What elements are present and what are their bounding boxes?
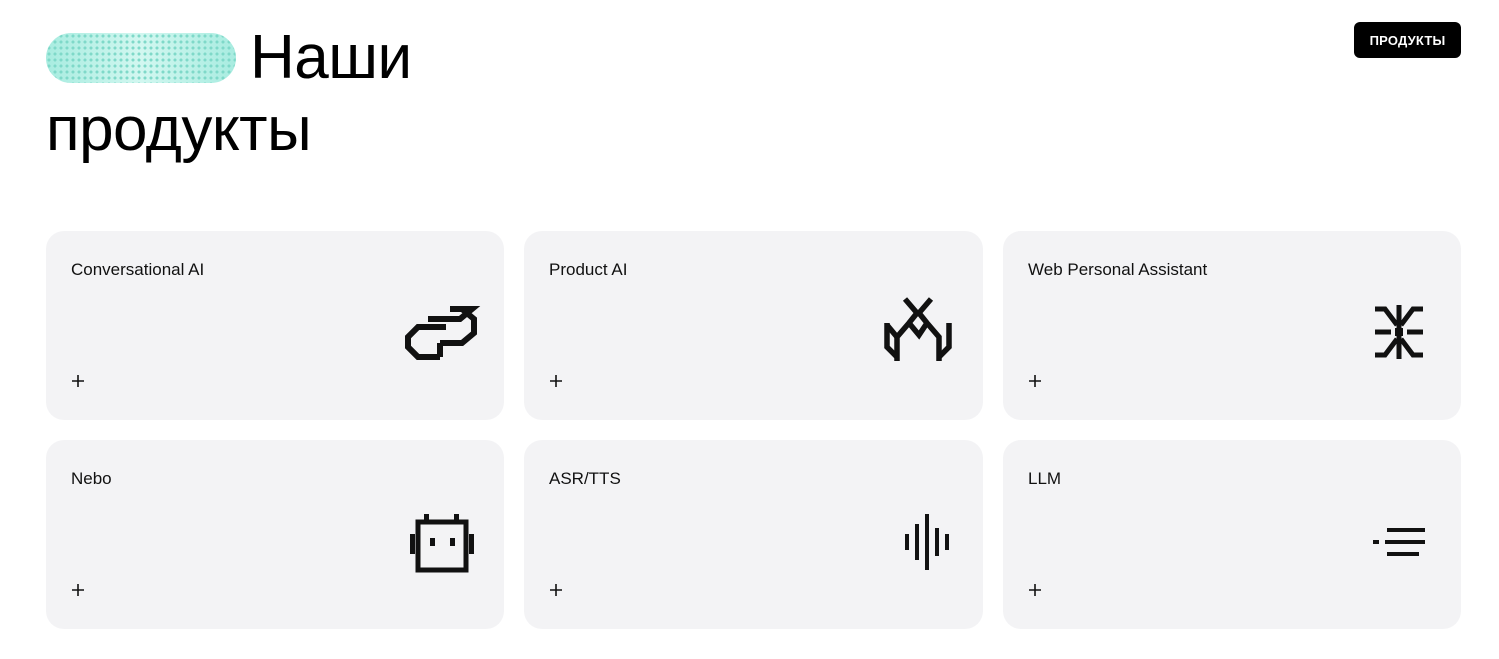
- product-card-web-personal-assistant[interactable]: Web Personal Assistant: [1003, 231, 1461, 420]
- expand-plus-icon[interactable]: [70, 582, 86, 598]
- branching-y-icon: [884, 297, 952, 361]
- product-card-conversational-ai[interactable]: Conversational AI: [46, 231, 504, 420]
- text-lines-icon: [1373, 528, 1425, 556]
- page-title-line-1: Наши: [250, 23, 412, 92]
- products-badge-button[interactable]: ПРОДУКТЫ: [1354, 22, 1461, 58]
- product-card-llm[interactable]: LLM: [1003, 440, 1461, 629]
- hero-heading: Наши продукты: [46, 22, 746, 166]
- product-card-nebo[interactable]: Nebo: [46, 440, 504, 629]
- decorative-pill-graphic: [46, 33, 236, 83]
- link-chain-icon: [405, 306, 481, 360]
- product-card-title: Product AI: [549, 260, 628, 279]
- product-card-title: Conversational AI: [71, 260, 205, 279]
- expand-plus-icon[interactable]: [70, 373, 86, 389]
- page-title-line-2: продукты: [46, 95, 312, 164]
- robot-face-icon: [410, 514, 474, 573]
- expand-plus-icon[interactable]: [1027, 582, 1043, 598]
- page: Наши продукты ПРОДУКТЫ Conversational AI…: [0, 0, 1499, 659]
- expand-plus-icon[interactable]: [548, 582, 564, 598]
- product-card-title: ASR/TTS: [549, 469, 621, 488]
- expand-plus-icon[interactable]: [1027, 373, 1043, 389]
- product-card-asr-tts[interactable]: ASR/TTS: [524, 440, 983, 629]
- product-card-title: Web Personal Assistant: [1028, 260, 1208, 279]
- sound-wave-icon: [905, 514, 949, 570]
- product-card-title: Nebo: [71, 469, 112, 488]
- hero-line-1: Наши: [46, 22, 746, 94]
- expand-plus-icon[interactable]: [548, 373, 564, 389]
- products-grid: Conversational AI Product AI Web Persona…: [46, 231, 1461, 629]
- product-card-product-ai[interactable]: Product AI: [524, 231, 983, 420]
- asterisk-k-icon: [1375, 305, 1423, 359]
- product-card-title: LLM: [1028, 469, 1062, 488]
